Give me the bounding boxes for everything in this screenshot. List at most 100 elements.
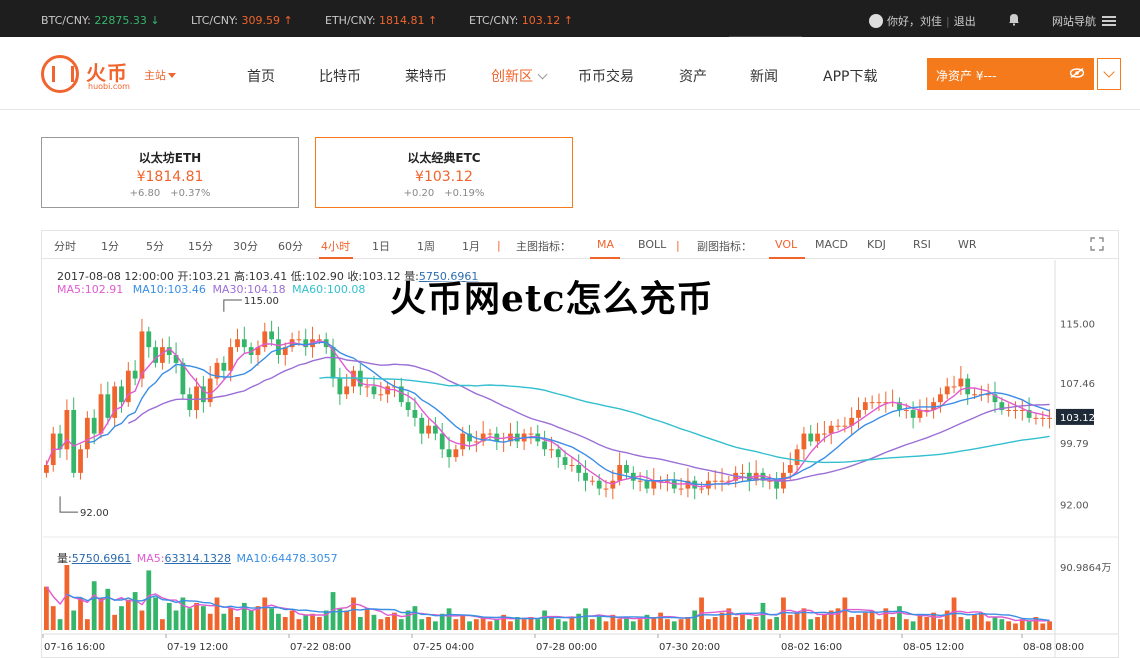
candle-body [44,465,49,473]
volume-bar [125,599,131,630]
volume-bar [801,608,807,630]
candle-body [64,410,70,450]
volume-bar [453,619,459,630]
candle-body [549,449,554,451]
volume-bar [132,592,138,630]
candle-body [91,417,97,434]
volume-bar [378,619,384,630]
candle-body [801,433,807,450]
volume-bar [405,610,411,630]
candle-body [385,386,391,395]
volume-bar [862,612,868,630]
candle-body [364,386,370,388]
info-ma5: MA5:102.91 [57,283,124,296]
volume-bar [78,597,83,630]
high-annotation-label: 115.00 [244,296,279,307]
candle-body [105,394,111,418]
volume-bar [180,597,186,630]
volume-bar [460,614,466,630]
volume-bar [194,602,199,630]
candle-body [876,402,882,404]
volume-bar [207,613,213,630]
candle-body [603,488,609,490]
candle-body [453,449,459,458]
volume-bar [371,614,377,630]
volume-bar [166,602,172,630]
candle-body [699,488,704,490]
candle-body [1040,417,1046,419]
price-tick-label: 107.46 [1060,379,1095,390]
candle-body [869,402,875,404]
volume-bar [917,614,923,630]
candle-body [740,472,745,474]
candle-body [821,433,827,435]
candle-body [637,480,643,482]
candle-body [719,480,725,482]
candle-body [678,488,684,490]
volume-bar [44,586,49,630]
volume-bar [624,617,629,630]
price-tick-label: 115.00 [1060,320,1095,331]
candle-body [84,417,90,450]
volume-bar [842,597,848,630]
volume-bar [583,608,588,630]
candle-body [862,402,868,410]
volume-bar [692,610,698,630]
candle-body [972,394,977,396]
candle-body [405,402,411,410]
info-ma60: MA60:100.08 [292,283,366,296]
candle-body [917,410,923,418]
candle-body [835,425,841,427]
volume-bar [542,610,547,630]
candle-body [842,425,848,427]
volume-bar [958,617,964,630]
time-tick-label: 08-08 08:00 [1023,642,1084,653]
info-ma10: MA10:103.46 [132,283,206,296]
volume-bar [767,619,773,630]
candle-body [296,339,302,341]
candle-body [439,433,445,450]
volume-bar [596,617,602,630]
candle-body [624,465,629,473]
volume-bar [146,570,152,630]
candle-body [808,433,814,442]
candle-body [555,449,561,458]
vol-ma5-label: MA5: [136,552,165,565]
volume-bar [965,619,971,630]
candle-body [815,433,820,442]
candle-body [610,480,616,489]
volume-bar [398,619,404,630]
volume-bar [1013,623,1018,630]
candle-body [944,386,950,395]
candle-body [644,480,650,489]
candle-body [562,457,568,465]
volume-bar [740,614,745,630]
volume-bar [753,617,759,630]
candle-body [187,394,193,410]
candle-body [426,425,431,434]
candle-body [446,449,452,458]
candle-body [412,410,418,418]
volume-bar [412,606,418,630]
volume-bar [562,621,568,630]
volume-bar [787,614,793,630]
candle-body [828,425,834,434]
candle-body [71,410,77,473]
volume-bar [228,608,234,630]
volume-bar [549,617,554,630]
volume-bar [978,612,984,630]
volume-bar [344,610,350,630]
volume-bar [903,619,909,630]
candle-body [856,410,861,418]
volume-bar [678,619,684,630]
volume-info: 量:5750.6961 MA5:63314.1328 MA10:64478.30… [57,550,338,566]
price-tick-label: 92.00 [1060,500,1089,511]
volume-bar [248,610,254,630]
candle-body [951,386,957,388]
candle-body [460,433,466,450]
candle-body [712,480,718,482]
candle-body [221,362,227,371]
candle-body [194,386,199,410]
volume-bar [119,606,124,630]
time-tick-label: 07-22 08:00 [290,642,351,653]
